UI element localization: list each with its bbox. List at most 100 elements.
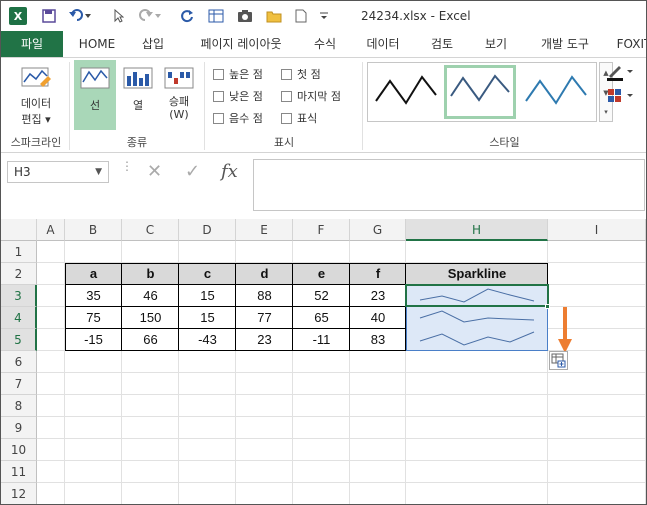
data-cell[interactable]: 15	[179, 307, 236, 329]
data-cell[interactable]: 83	[350, 329, 406, 351]
save-icon[interactable]	[39, 7, 59, 25]
data-cell[interactable]: 23	[350, 285, 406, 307]
pointer-icon[interactable]	[111, 7, 127, 25]
column-header-f[interactable]: F	[293, 219, 350, 241]
group-label-sparkline: 스파크라인	[10, 136, 62, 149]
low-point-checkbox[interactable]: 낮은 점	[213, 88, 263, 104]
column-header-a[interactable]: A	[37, 219, 65, 241]
tab-view[interactable]: 보기	[475, 31, 517, 57]
table-border	[65, 263, 548, 264]
name-box-dropdown-icon[interactable]: ▼	[95, 162, 102, 182]
negative-point-checkbox[interactable]: 음수 점	[213, 110, 263, 126]
data-cell[interactable]: 23	[236, 329, 293, 351]
formula-input[interactable]	[253, 159, 645, 211]
row-header-8[interactable]: 8	[1, 395, 37, 417]
fill-handle[interactable]	[545, 304, 550, 309]
style-option-blue[interactable]	[520, 65, 592, 119]
header-cell-a[interactable]: a	[65, 263, 122, 285]
data-cell[interactable]: 66	[122, 329, 179, 351]
edit-data-button[interactable]: 데이터 편집 ▾	[9, 62, 63, 132]
quick-analysis-button[interactable]	[549, 351, 568, 370]
row-header-2[interactable]: 2	[1, 263, 37, 285]
line-label: 선	[89, 99, 101, 112]
select-all-corner[interactable]	[1, 219, 37, 241]
table-border	[178, 263, 179, 351]
column-label: 열	[132, 99, 144, 112]
insert-function-icon[interactable]: fx	[221, 161, 238, 183]
column-header-i[interactable]: I	[548, 219, 646, 241]
new-document-icon[interactable]	[292, 7, 310, 25]
data-cell[interactable]: -15	[65, 329, 122, 351]
data-cell[interactable]: -11	[293, 329, 350, 351]
row-header-4[interactable]: 4	[1, 307, 37, 329]
group-label-style: 스타일	[489, 136, 520, 149]
gridline	[37, 394, 646, 395]
column-header-e[interactable]: E	[236, 219, 293, 241]
last-point-checkbox[interactable]: 마지막 점	[281, 88, 341, 104]
tab-file[interactable]: 파일	[1, 31, 63, 57]
header-cell-d[interactable]: d	[236, 263, 293, 285]
checkbox-box	[213, 68, 224, 80]
data-cell[interactable]: 88	[236, 285, 293, 307]
data-cell[interactable]: 75	[65, 307, 122, 329]
style-option-dark-blue[interactable]	[444, 65, 516, 119]
data-cell[interactable]: 65	[293, 307, 350, 329]
tab-review[interactable]: 검토	[421, 31, 463, 57]
refresh-icon[interactable]	[177, 7, 197, 25]
row-header-9[interactable]: 9	[1, 417, 37, 439]
row-header-6[interactable]: 6	[1, 351, 37, 373]
header-cell-f[interactable]: f	[350, 263, 406, 285]
row-header-1[interactable]: 1	[1, 241, 37, 263]
tab-developer[interactable]: 개발 도구	[529, 31, 601, 57]
splitter-dots-icon[interactable]: ⋮	[121, 160, 133, 181]
header-cell-sparkline[interactable]: Sparkline	[406, 263, 548, 285]
sparkline-type-winloss-button[interactable]: 승패 (W)	[159, 60, 199, 130]
column-header-d[interactable]: D	[179, 219, 236, 241]
data-cell[interactable]: 15	[179, 285, 236, 307]
row-header-5[interactable]: 5	[1, 329, 37, 351]
style-option-black[interactable]	[370, 65, 442, 119]
sparkline-type-column-button[interactable]: 열	[119, 60, 157, 130]
tab-page-layout[interactable]: 페이지 레이아웃	[183, 31, 299, 57]
column-header-b[interactable]: B	[65, 219, 122, 241]
data-cell[interactable]: 52	[293, 285, 350, 307]
marker-color-button[interactable]	[603, 86, 639, 108]
row-header-7[interactable]: 7	[1, 373, 37, 395]
header-cell-c[interactable]: c	[179, 263, 236, 285]
row-header-10[interactable]: 10	[1, 439, 37, 461]
data-cell[interactable]: 77	[236, 307, 293, 329]
tab-insert[interactable]: 삽입	[133, 31, 173, 57]
tab-foxit[interactable]: FOXIT	[609, 31, 646, 57]
column-header-h[interactable]: H	[406, 219, 548, 241]
name-box[interactable]: H3 ▼	[7, 161, 109, 183]
header-cell-e[interactable]: e	[293, 263, 350, 285]
column-header-c[interactable]: C	[122, 219, 179, 241]
row-header-12[interactable]: 12	[1, 483, 37, 504]
tab-data[interactable]: 데이터	[357, 31, 409, 57]
data-cell[interactable]: -43	[179, 329, 236, 351]
tab-home[interactable]: HOME	[71, 31, 123, 57]
cancel-icon[interactable]: ✕	[147, 161, 162, 183]
sparkline-type-line-button[interactable]: 선	[74, 60, 116, 130]
header-cell-b[interactable]: b	[122, 263, 179, 285]
data-cell[interactable]: 46	[122, 285, 179, 307]
customize-qat-icon[interactable]	[317, 7, 331, 25]
high-point-checkbox[interactable]: 높은 점	[213, 66, 263, 82]
open-folder-icon[interactable]	[263, 7, 285, 25]
data-cell[interactable]: 150	[122, 307, 179, 329]
grid-icon[interactable]	[205, 7, 227, 25]
row-header-3[interactable]: 3	[1, 285, 37, 307]
camera-icon[interactable]	[234, 7, 256, 25]
enter-check-icon[interactable]: ✓	[185, 161, 200, 183]
markers-checkbox[interactable]: 표식	[281, 110, 317, 126]
row-header-11[interactable]: 11	[1, 461, 37, 483]
column-header-g[interactable]: G	[350, 219, 406, 241]
sparkline-color-button[interactable]	[603, 62, 639, 84]
tab-formulas[interactable]: 수식	[305, 31, 345, 57]
first-point-checkbox[interactable]: 첫 점	[281, 66, 321, 82]
redo-icon[interactable]	[135, 7, 165, 25]
data-cell[interactable]: 40	[350, 307, 406, 329]
undo-icon[interactable]	[65, 7, 95, 25]
data-cell[interactable]: 35	[65, 285, 122, 307]
low-point-label: 낮은 점	[229, 90, 263, 103]
